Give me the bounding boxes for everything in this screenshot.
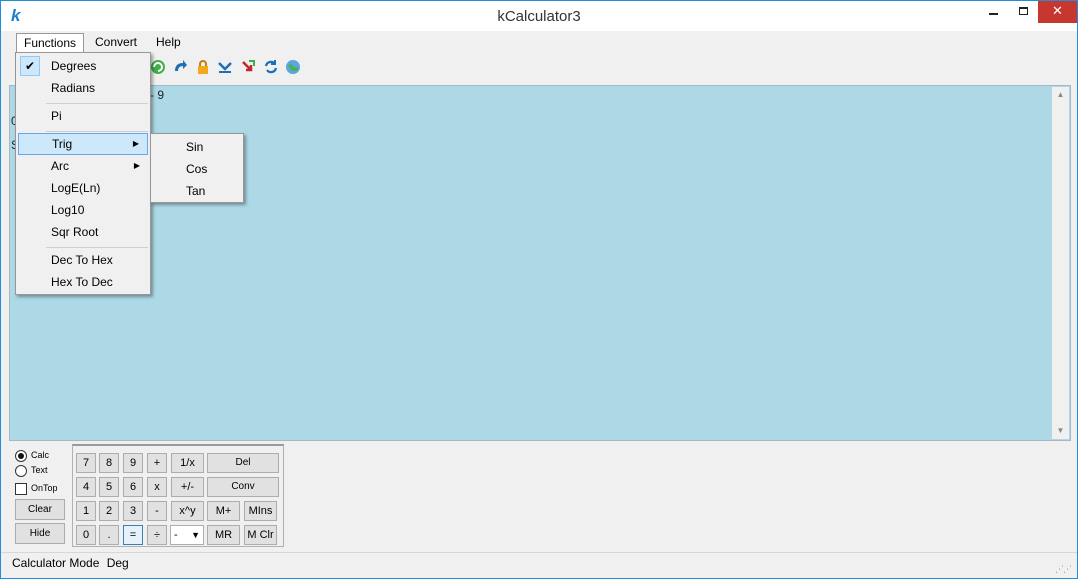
key-0[interactable]: 0 xyxy=(76,525,96,545)
menu-item-trig[interactable]: Trig ▶ xyxy=(18,133,148,155)
menu-separator xyxy=(46,131,148,132)
mode-text-radio[interactable]: Text xyxy=(15,463,48,479)
key-7[interactable]: 7 xyxy=(76,453,96,473)
checkbox-icon xyxy=(15,482,27,495)
key-minus[interactable]: - xyxy=(147,501,167,521)
menu-item-dec-to-hex[interactable]: Dec To Hex xyxy=(18,249,148,271)
key-decimal[interactable]: . xyxy=(99,525,119,545)
key-plus[interactable]: + xyxy=(147,453,167,473)
memory-recall-button[interactable]: MR xyxy=(207,525,240,545)
vertical-scrollbar[interactable]: ▲ ▼ xyxy=(1052,87,1069,439)
conv-button[interactable]: Conv xyxy=(207,477,279,497)
menu-convert[interactable]: Convert xyxy=(88,33,144,53)
down-icon[interactable] xyxy=(217,59,233,75)
keypad: 7 8 9 + 1/x Del 4 5 6 x +/- Conv 1 2 3 -… xyxy=(72,444,284,547)
menu-bar: Functions Convert Help xyxy=(1,31,1077,53)
ontop-label: OnTop xyxy=(31,483,58,493)
del-button[interactable]: Del xyxy=(207,453,279,473)
memory-insert-button[interactable]: MIns xyxy=(244,501,277,521)
menu-separator xyxy=(46,103,148,104)
key-6[interactable]: 6 xyxy=(123,477,143,497)
resize-grip-icon[interactable]: ⋰⋰ xyxy=(1055,559,1072,579)
key-divide[interactable]: ÷ xyxy=(147,525,167,545)
menu-item-radians[interactable]: Radians xyxy=(18,77,148,99)
key-1[interactable]: 1 xyxy=(76,501,96,521)
menu-item-loge[interactable]: LogE(Ln) xyxy=(18,177,148,199)
mode-calc-label: Calc xyxy=(31,450,50,460)
submenu-arrow-icon: ▶ xyxy=(133,161,140,170)
key-multiply[interactable]: x xyxy=(147,477,167,497)
menu-item-label: Trig xyxy=(52,137,73,151)
key-4[interactable]: 4 xyxy=(76,477,96,497)
memory-add-button[interactable]: M+ xyxy=(207,501,240,521)
menu-item-hex-to-dec[interactable]: Hex To Dec xyxy=(18,271,148,293)
key-reciprocal[interactable]: 1/x xyxy=(171,453,204,473)
menu-item-log10[interactable]: Log10 xyxy=(18,199,148,221)
minimize-button[interactable] xyxy=(978,1,1008,23)
menu-item-tan[interactable]: Tan xyxy=(153,180,241,202)
key-9[interactable]: 9 xyxy=(123,453,143,473)
minimize-icon xyxy=(988,13,998,15)
memory-clear-button[interactable]: M Clr xyxy=(244,525,277,545)
status-angle-unit: Deg xyxy=(106,556,129,570)
status-mode: Calculator Mode xyxy=(12,556,100,570)
scroll-down-icon[interactable]: ▼ xyxy=(1052,423,1069,439)
redo-icon[interactable] xyxy=(172,59,188,75)
maximize-button[interactable] xyxy=(1008,1,1038,23)
key-equals[interactable]: = xyxy=(123,525,143,545)
clear-button[interactable]: Clear xyxy=(15,499,65,520)
scroll-up-icon[interactable]: ▲ xyxy=(1052,87,1069,103)
app-window: k kCalculator3 ✕ Functions Convert Help xyxy=(0,0,1078,579)
key-power[interactable]: x^y xyxy=(171,501,204,521)
operator-select[interactable]: - ▼ xyxy=(170,525,204,545)
operator-select-value: - xyxy=(174,529,178,541)
globe-icon[interactable] xyxy=(285,59,301,75)
menu-functions[interactable]: Functions xyxy=(16,33,85,53)
menu-item-degrees[interactable]: ✔ Degrees xyxy=(18,55,148,77)
key-5[interactable]: 5 xyxy=(99,477,119,497)
lock-icon[interactable] xyxy=(195,59,211,75)
undo-icon[interactable] xyxy=(150,59,166,75)
status-bar: Calculator Mode Deg ⋰⋰ xyxy=(1,552,1077,578)
hide-button[interactable]: Hide xyxy=(15,523,65,544)
menu-item-label: Arc xyxy=(51,159,69,173)
menu-item-cos[interactable]: Cos xyxy=(153,158,241,180)
menu-item-arc[interactable]: Arc ▶ xyxy=(18,155,148,177)
title-bar: k kCalculator3 ✕ xyxy=(1,1,1077,31)
window-title: kCalculator3 xyxy=(497,8,581,25)
mode-text-label: Text xyxy=(31,465,48,475)
chevron-down-icon: ▼ xyxy=(191,530,200,540)
functions-menu: ✔ Degrees Radians Pi Trig ▶ Arc ▶ LogE(L… xyxy=(15,52,151,295)
key-negate[interactable]: +/- xyxy=(171,477,204,497)
submenu-arrow-icon: ▶ xyxy=(132,139,139,148)
menu-item-sqr-root[interactable]: Sqr Root xyxy=(18,221,148,243)
menu-help[interactable]: Help xyxy=(149,33,188,53)
trig-submenu: Sin Cos Tan xyxy=(150,133,244,203)
toolbar xyxy=(9,54,1073,82)
close-button[interactable]: ✕ xyxy=(1038,1,1077,23)
arrows-icon[interactable] xyxy=(240,59,256,75)
display-fragment: - 9 xyxy=(150,88,165,102)
radio-icon xyxy=(15,464,27,477)
check-icon: ✔ xyxy=(20,56,40,76)
menu-separator xyxy=(46,247,148,248)
menu-item-label: Degrees xyxy=(51,59,97,73)
key-3[interactable]: 3 xyxy=(123,501,143,521)
maximize-icon xyxy=(1018,7,1028,15)
key-8[interactable]: 8 xyxy=(99,453,119,473)
radio-selected-icon xyxy=(15,449,27,462)
mode-calc-radio[interactable]: Calc xyxy=(15,448,49,464)
menu-item-pi[interactable]: Pi xyxy=(18,105,148,127)
refresh-icon[interactable] xyxy=(263,59,279,75)
key-2[interactable]: 2 xyxy=(99,501,119,521)
menu-item-sin[interactable]: Sin xyxy=(153,136,241,158)
control-panel: Calc Text OnTop Clear Hide 7 8 9 + 1/x D… xyxy=(9,444,1073,552)
ontop-checkbox[interactable]: OnTop xyxy=(15,481,58,497)
